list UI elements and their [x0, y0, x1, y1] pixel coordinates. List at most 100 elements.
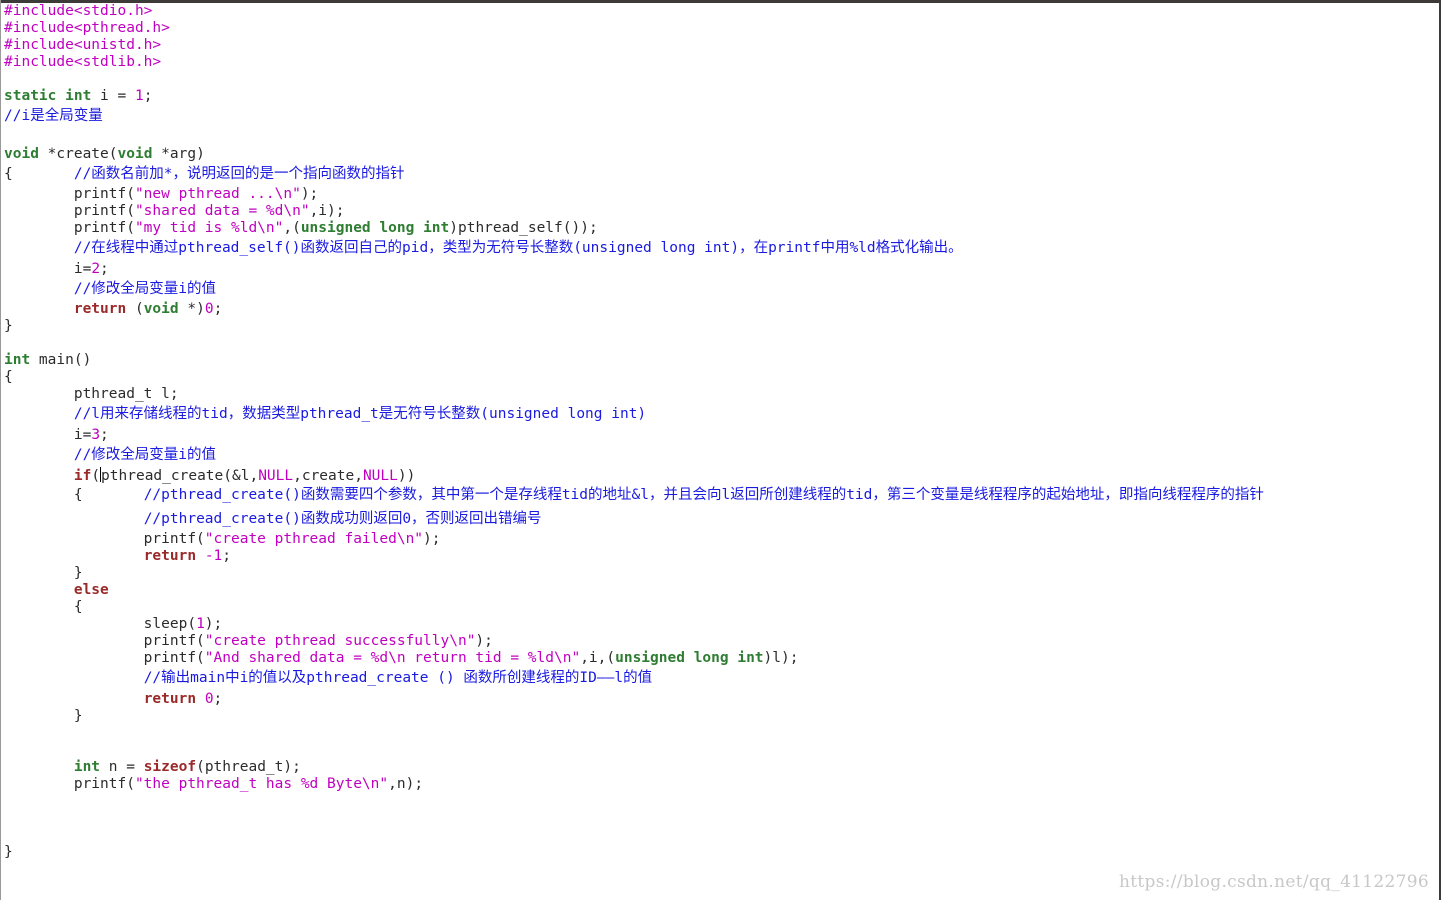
code-text-area[interactable]: #include<stdio.h> #include<pthread.h> #inc…	[4, 3, 1437, 861]
code-line[interactable]: i=3;	[4, 427, 1437, 444]
code-line[interactable]: return 0;	[4, 691, 1437, 708]
code-token: ;	[213, 690, 223, 707]
code-token: );	[423, 531, 441, 547]
type-token: int	[65, 88, 92, 104]
code-line[interactable]: void *create(void *arg)	[4, 146, 1437, 163]
type-token: int	[73, 758, 101, 775]
comment-text: //修改全局变量i的值	[73, 446, 217, 463]
code-token: (pthread_t);	[196, 758, 301, 775]
numeric-literal: 3	[91, 426, 101, 443]
code-token: sleep(	[4, 616, 197, 632]
code-token: (	[126, 301, 144, 317]
code-token: printf(	[4, 220, 135, 236]
code-line[interactable]: printf("shared data = %d\n",i);	[4, 203, 1437, 220]
code-line[interactable]: else	[4, 582, 1437, 599]
code-token: }	[4, 843, 13, 860]
numeric-literal: 0	[204, 690, 214, 707]
code-token: )l);	[763, 650, 799, 666]
code-line[interactable]	[4, 810, 1437, 827]
code-line[interactable]: printf("And shared data = %d\n return ti…	[4, 650, 1437, 667]
code-line[interactable]: }	[4, 708, 1437, 725]
string-literal: "create pthread successfully\n"	[204, 633, 476, 649]
code-line[interactable]: { //函数名前加*，说明返回的是一个指向函数的指针	[4, 163, 1437, 187]
code-token: ;	[213, 301, 223, 317]
code-line[interactable]: //i是全局变量	[4, 105, 1437, 129]
code-line[interactable]	[4, 129, 1437, 146]
code-line[interactable]: #include<pthread.h>	[4, 20, 1437, 37]
code-token: ;	[143, 88, 153, 104]
code-token: }	[4, 707, 83, 724]
code-line[interactable]: i=2;	[4, 261, 1437, 278]
code-token: i =	[91, 88, 135, 104]
comment-text: //l用来存储线程的tid，数据类型pthread_t是无符号长整数(unsig…	[73, 406, 647, 422]
preprocessor-token: #include<stdlib.h>	[4, 54, 162, 70]
code-line[interactable]	[4, 827, 1437, 844]
code-token: i=	[4, 426, 92, 443]
code-line[interactable]	[4, 793, 1437, 810]
code-line[interactable]: return -1;	[4, 548, 1437, 565]
code-line[interactable]: #include<stdlib.h>	[4, 54, 1437, 71]
code-editor[interactable]: #include<stdio.h> #include<pthread.h> #inc…	[0, 0, 1441, 900]
numeric-literal: NULL	[362, 468, 398, 484]
numeric-literal: NULL	[258, 468, 294, 484]
string-literal: "create pthread failed\n"	[204, 531, 424, 547]
code-line[interactable]: }	[4, 318, 1437, 335]
control-keyword-token: sizeof	[143, 758, 197, 775]
code-token: }	[4, 318, 13, 334]
code-line[interactable]: //l用来存储线程的tid，数据类型pthread_t是无符号长整数(unsig…	[4, 403, 1437, 427]
code-token: *create(	[38, 145, 118, 162]
code-line[interactable]: pthread_t l;	[4, 386, 1437, 403]
code-line[interactable]: }	[4, 565, 1437, 582]
code-token: ,create,	[293, 468, 363, 484]
code-line[interactable]: printf("new pthread ...\n");	[4, 186, 1437, 203]
comment-text: //输出main中i的值以及pthread_create () 函数所创建线程的…	[143, 670, 653, 686]
code-line[interactable]: {	[4, 369, 1437, 386]
code-line[interactable]: static int i = 1;	[4, 88, 1437, 105]
code-line[interactable]	[4, 71, 1437, 88]
code-line[interactable]: {	[4, 599, 1437, 616]
code-line[interactable]: printf("create pthread successfully\n");	[4, 633, 1437, 650]
type-token: void	[4, 145, 39, 162]
code-line[interactable]: printf("the pthread_t has %d Byte\n",n);	[4, 776, 1437, 793]
control-keyword-token: return	[143, 690, 197, 707]
code-token: {	[4, 165, 74, 182]
code-line[interactable]: //输出main中i的值以及pthread_create () 函数所创建线程的…	[4, 667, 1437, 691]
type-token: void	[117, 145, 153, 162]
code-line[interactable]: #include<stdio.h>	[4, 3, 1437, 20]
comment-text: //pthread_create()函数成功则返回0，否则返回出错编号	[143, 510, 542, 527]
code-line[interactable]: int main()	[4, 352, 1437, 369]
code-line[interactable]: int n = sizeof(pthread_t);	[4, 759, 1437, 776]
string-literal: "the pthread_t has %d Byte\n"	[134, 775, 389, 792]
code-line[interactable]: #include<unistd.h>	[4, 37, 1437, 54]
code-line[interactable]: printf("create pthread failed\n");	[4, 531, 1437, 548]
code-line[interactable]: //在线程中通过pthread_self()函数返回自己的pid，类型为无符号长…	[4, 237, 1437, 261]
code-token: ;	[100, 426, 109, 443]
code-line[interactable]: if(pthread_create(&l,NULL,create,NULL))	[4, 467, 1437, 484]
code-token: ))	[397, 468, 416, 484]
type-token: long	[693, 650, 729, 666]
keyword-token: static	[4, 88, 57, 104]
string-literal: "new pthread ...\n"	[134, 186, 301, 202]
code-line[interactable]: { //pthread_create()函数需要四个参数，其中第一个是存线程ti…	[4, 484, 1437, 508]
watermark-url: https://blog.csdn.net/qq_41122796	[1119, 872, 1429, 892]
code-line[interactable]: }	[4, 844, 1437, 861]
code-line[interactable]: sleep(1);	[4, 616, 1437, 633]
code-line[interactable]: //pthread_create()函数成功则返回0，否则返回出错编号	[4, 508, 1437, 532]
string-literal: "shared data = %d\n"	[134, 203, 310, 219]
code-line[interactable]: //修改全局变量i的值	[4, 278, 1437, 302]
code-line[interactable]: return (void *)0;	[4, 301, 1437, 318]
code-line[interactable]: printf("my tid is %ld\n",(unsigned long …	[4, 220, 1437, 237]
comment-text: //在线程中通过pthread_self()函数返回自己的pid，类型为无符号长…	[73, 240, 963, 256]
code-token: );	[475, 633, 493, 649]
code-token: ,(	[283, 220, 301, 236]
code-line[interactable]	[4, 742, 1437, 759]
code-line[interactable]	[4, 335, 1437, 352]
code-line[interactable]	[4, 725, 1437, 742]
code-line[interactable]: //修改全局变量i的值	[4, 444, 1437, 468]
preprocessor-token: #include<stdio.h>	[4, 3, 153, 19]
